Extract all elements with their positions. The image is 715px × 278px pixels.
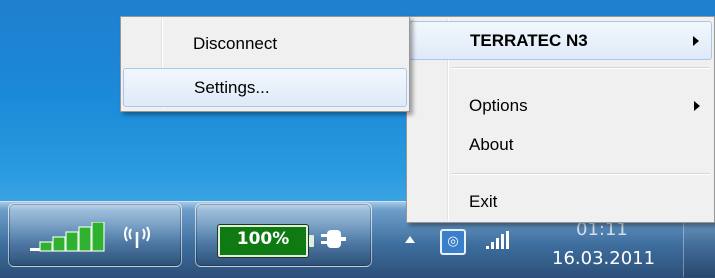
- terratec-submenu: Disconnect Settings...: [120, 16, 410, 112]
- menu-item-label: Settings...: [194, 78, 270, 97]
- menu-item-about[interactable]: About: [409, 126, 712, 163]
- signal-strength-icon: [30, 222, 105, 252]
- menu-separator: [451, 173, 710, 175]
- battery-percent: 100%: [236, 229, 290, 249]
- menu-item-disconnect[interactable]: Disconnect: [123, 25, 407, 62]
- menu-item-label: Exit: [469, 192, 498, 211]
- menu-item-label: TERRATEC N3: [470, 31, 588, 50]
- menu-item-label: Options: [469, 96, 528, 115]
- menu-item-label: Disconnect: [193, 34, 278, 53]
- menu-item-label: About: [469, 135, 514, 154]
- terratec-tray-icon[interactable]: ◎: [440, 229, 466, 255]
- submenu-arrow-icon: [694, 101, 700, 111]
- menu-item-settings[interactable]: Settings...: [123, 68, 407, 107]
- tray-context-menu: TERRATEC N3 Options About Exit: [406, 16, 715, 223]
- chevron-up-icon[interactable]: [405, 236, 415, 243]
- power-plug-icon: [321, 230, 346, 248]
- menu-item-terratec-n3[interactable]: TERRATEC N3: [409, 21, 712, 60]
- antenna-icon: [124, 226, 150, 248]
- menu-item-options[interactable]: Options: [409, 87, 712, 124]
- submenu-arrow-icon: [693, 36, 699, 46]
- clock-date[interactable]: 16.03.2011: [552, 248, 655, 269]
- menu-item-exit[interactable]: Exit: [409, 183, 712, 220]
- network-signal-icon[interactable]: [486, 231, 510, 249]
- battery-icon: 100%: [218, 225, 314, 257]
- menu-separator: [451, 67, 710, 69]
